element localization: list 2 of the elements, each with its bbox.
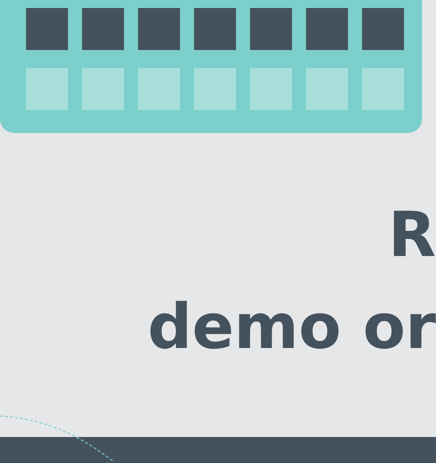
heading-text: demo or xyxy=(148,289,436,365)
heading-text: R xyxy=(388,197,436,273)
